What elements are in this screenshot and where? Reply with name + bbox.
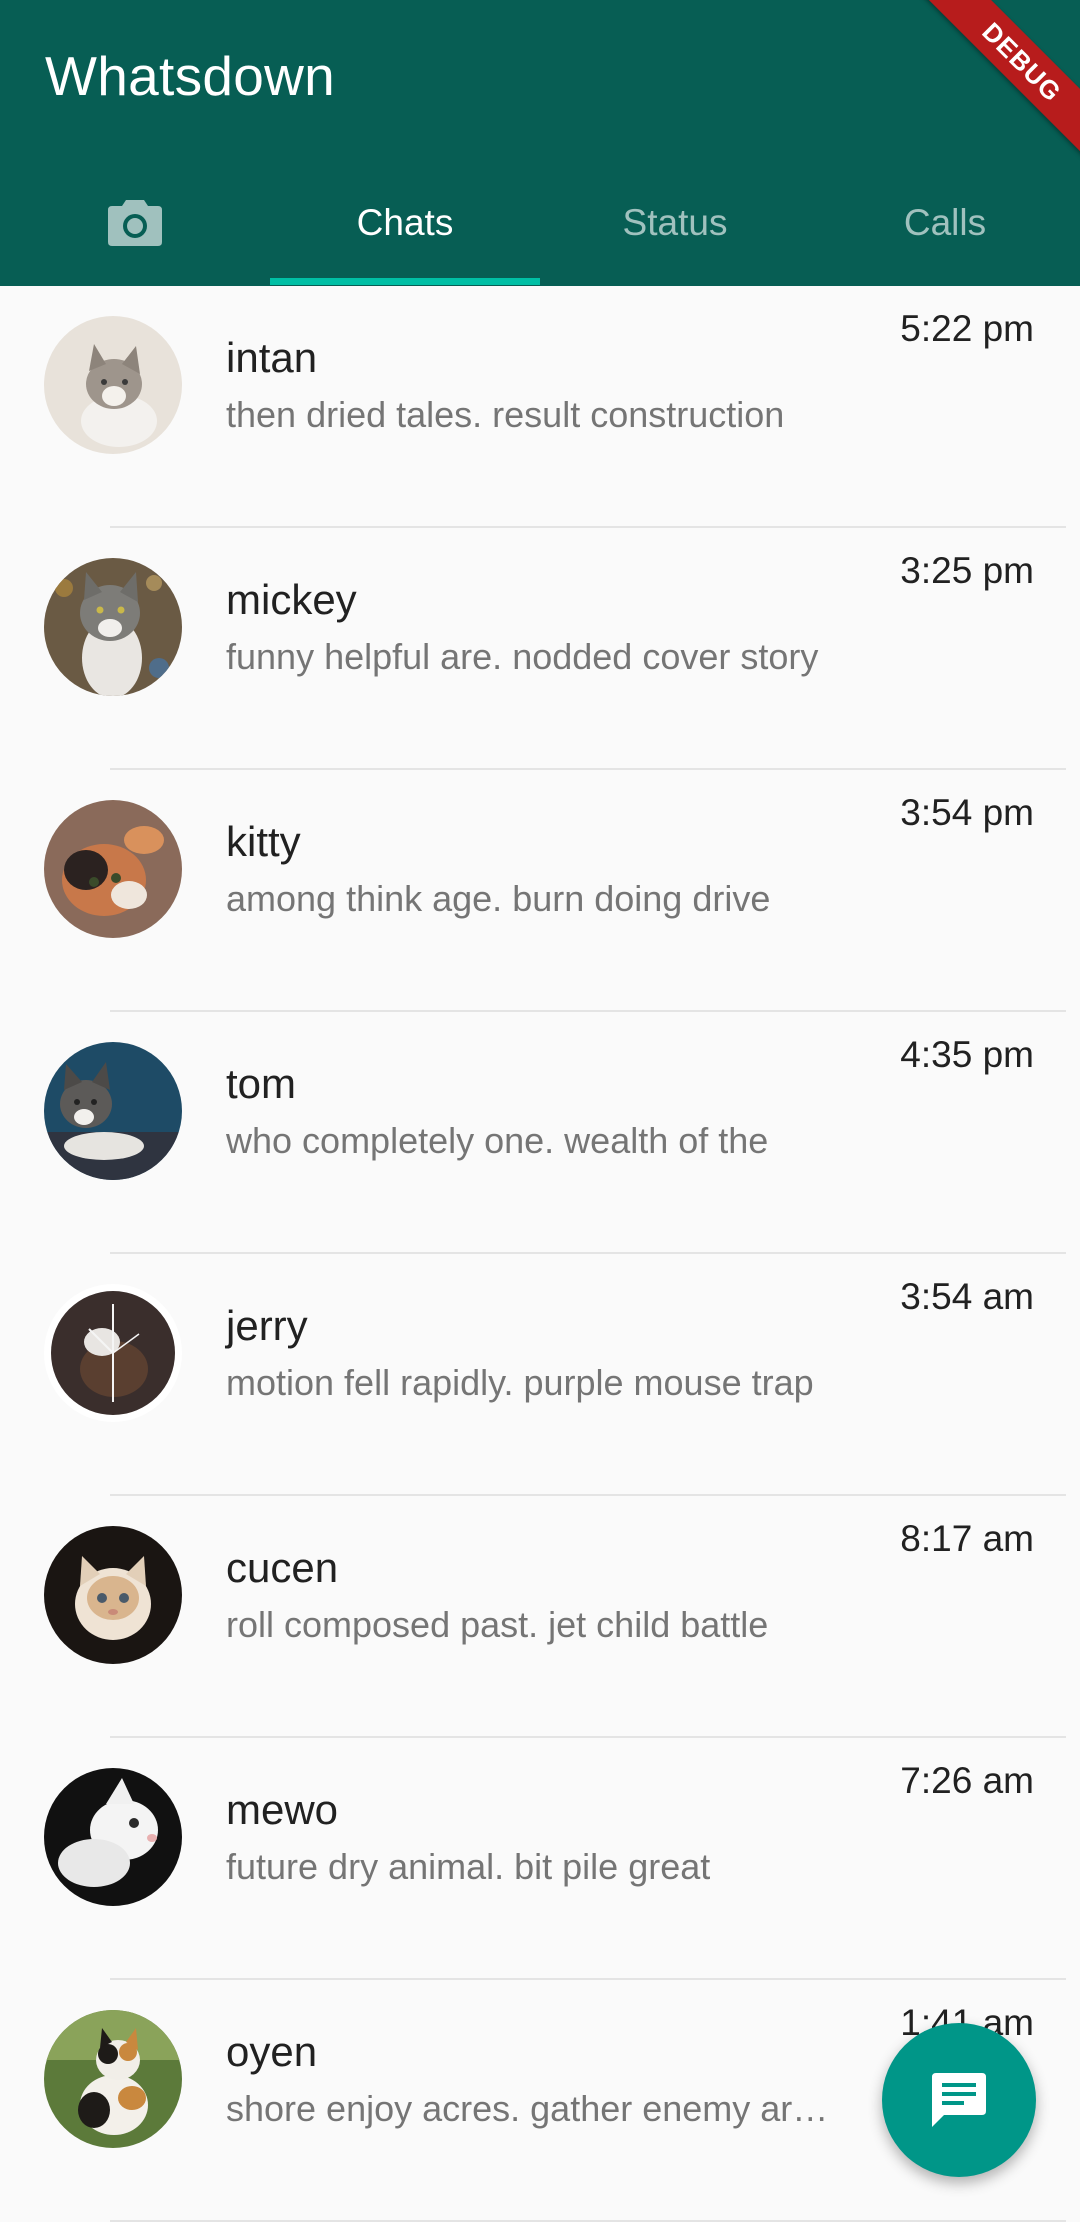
- message-time: 4:35 pm: [900, 1034, 1034, 1075]
- message-time: 8:17 am: [900, 1518, 1034, 1559]
- camera-icon: [108, 200, 162, 246]
- message-preview: funny helpful are. nodded cover story: [226, 636, 819, 677]
- chat-row[interactable]: tom who completely one. wealth of the 4:…: [0, 1012, 1080, 1254]
- message-time: 5:22 pm: [900, 308, 1034, 349]
- avatar: [44, 316, 182, 454]
- chat-row[interactable]: mickey funny helpful are. nodded cover s…: [0, 528, 1080, 770]
- avatar: [44, 1526, 182, 1664]
- message-preview: shore enjoy acres. gather enemy army: [226, 2088, 836, 2129]
- contact-name: mickey: [226, 576, 357, 623]
- avatar: [44, 1042, 182, 1180]
- avatar: [44, 1768, 182, 1906]
- debug-banner: DEBUG: [921, 0, 1080, 163]
- tab-chats[interactable]: Chats: [270, 160, 540, 286]
- message-preview: motion fell rapidly. purple mouse trap: [226, 1362, 814, 1403]
- chat-row[interactable]: mewo future dry animal. bit pile great 7…: [0, 1738, 1080, 1980]
- chat-row[interactable]: jerry motion fell rapidly. purple mouse …: [0, 1254, 1080, 1496]
- message-time: 3:25 pm: [900, 550, 1034, 591]
- message-time: 3:54 am: [900, 1276, 1034, 1317]
- contact-name: mewo: [226, 1786, 339, 1833]
- tab-calls[interactable]: Calls: [810, 160, 1080, 286]
- app-title: Whatsdown: [45, 45, 336, 107]
- avatar: [44, 1284, 182, 1422]
- message-icon: [932, 2073, 986, 2127]
- tab-indicator: [270, 278, 540, 285]
- message-preview: who completely one. wealth of the: [226, 1120, 769, 1161]
- contact-name: jerry: [226, 1302, 308, 1349]
- contact-name: intan: [226, 334, 318, 381]
- message-preview: future dry animal. bit pile great: [226, 1846, 711, 1887]
- chat-list: intan then dried tales. result construct…: [0, 286, 1080, 2222]
- avatar: [44, 800, 182, 938]
- tab-camera[interactable]: [0, 160, 270, 286]
- tab-bar: Chats Status Calls: [0, 160, 1080, 286]
- message-preview: then dried tales. result construction: [226, 394, 785, 435]
- message-time: 7:26 am: [900, 1760, 1034, 1801]
- avatar: [44, 2010, 182, 2148]
- message-preview: roll composed past. jet child battle: [226, 1604, 769, 1645]
- contact-name: cucen: [226, 1544, 339, 1591]
- new-chat-button[interactable]: [882, 2023, 1036, 2177]
- message-preview: among think age. burn doing drive: [226, 878, 771, 919]
- contact-name: kitty: [226, 818, 301, 865]
- chat-row[interactable]: intan then dried tales. result construct…: [0, 286, 1080, 528]
- contact-name: oyen: [226, 2028, 318, 2075]
- contact-name: tom: [226, 1060, 297, 1107]
- tab-status[interactable]: Status: [540, 160, 810, 286]
- message-time: 3:54 pm: [900, 792, 1034, 833]
- app-bar: Whatsdown DEBUG Chats Status Calls: [0, 0, 1080, 286]
- chat-row[interactable]: cucen roll composed past. jet child batt…: [0, 1496, 1080, 1738]
- chat-row[interactable]: kitty among think age. burn doing drive …: [0, 770, 1080, 1012]
- avatar: [44, 558, 182, 696]
